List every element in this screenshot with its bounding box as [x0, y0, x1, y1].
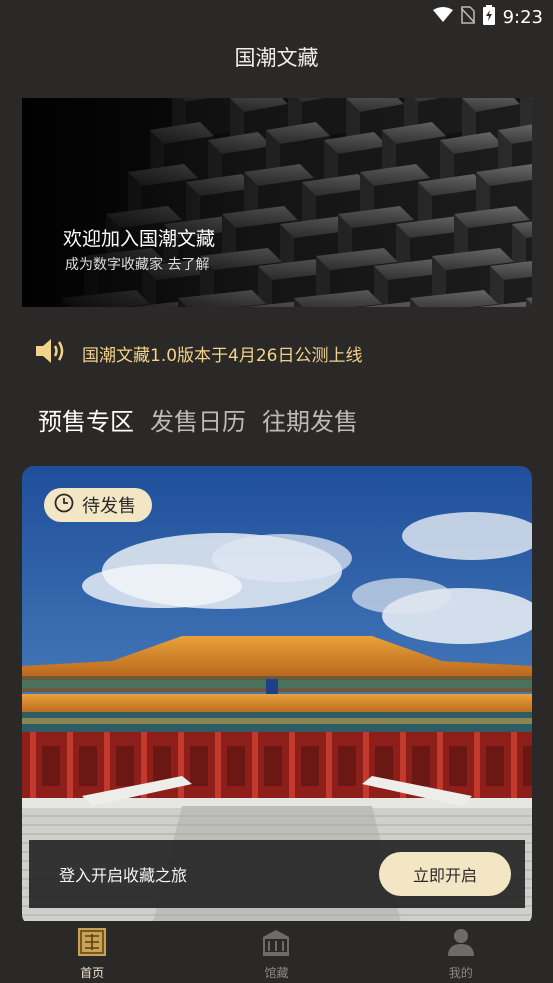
nav-item-home[interactable]: 首页 [32, 921, 152, 983]
user-icon [446, 927, 476, 961]
nav-item-mine[interactable]: 我的 [401, 921, 521, 983]
home-seal-icon [77, 927, 107, 961]
login-prompt-text: 登入开启收藏之旅 [59, 866, 188, 885]
status-time: 9:23 [502, 6, 543, 28]
no-sim-icon [460, 6, 476, 28]
category-tabs: 预售专区 发售日历 往期发售 [38, 402, 358, 437]
start-now-button[interactable]: 立即开启 [379, 852, 511, 896]
museum-icon [261, 927, 291, 961]
nav-item-collection[interactable]: 馆藏 [216, 921, 336, 983]
nav-label-collection: 馆藏 [264, 966, 289, 980]
bottom-nav: 首页 馆藏 我的 [0, 921, 553, 983]
login-prompt-bar: 登入开启收藏之旅 立即开启 [29, 840, 525, 908]
welcome-banner[interactable]: 欢迎加入国潮文藏 成为数字收藏家 去了解 [22, 98, 532, 307]
nav-label-mine: 我的 [448, 966, 473, 980]
announcement-bar[interactable]: 国潮文藏1.0版本于4月26日公测上线 [34, 338, 362, 368]
banner-cubes-image [22, 98, 532, 307]
status-bar: 9:23 [0, 0, 553, 30]
speaker-icon [34, 337, 68, 369]
status-badge: 待发售 [44, 488, 152, 522]
app-title: 国潮文藏 [234, 46, 319, 70]
clock-icon [54, 493, 74, 517]
collectible-card[interactable]: 待发售 登入开启收藏之旅 立即开启 [22, 466, 532, 926]
banner-title: 欢迎加入国潮文藏 [63, 228, 216, 250]
announcement-text: 国潮文藏1.0版本于4月26日公测上线 [82, 345, 363, 366]
tab-presale[interactable]: 预售专区 [38, 402, 134, 437]
tab-release-calendar[interactable]: 发售日历 [150, 402, 246, 437]
status-badge-text: 待发售 [82, 496, 136, 517]
wifi-icon [432, 7, 453, 27]
battery-charging-icon [482, 5, 495, 29]
nav-label-home: 首页 [80, 966, 105, 980]
banner-subtitle[interactable]: 成为数字收藏家 去了解 [65, 254, 209, 274]
tab-past-releases[interactable]: 往期发售 [262, 402, 358, 437]
